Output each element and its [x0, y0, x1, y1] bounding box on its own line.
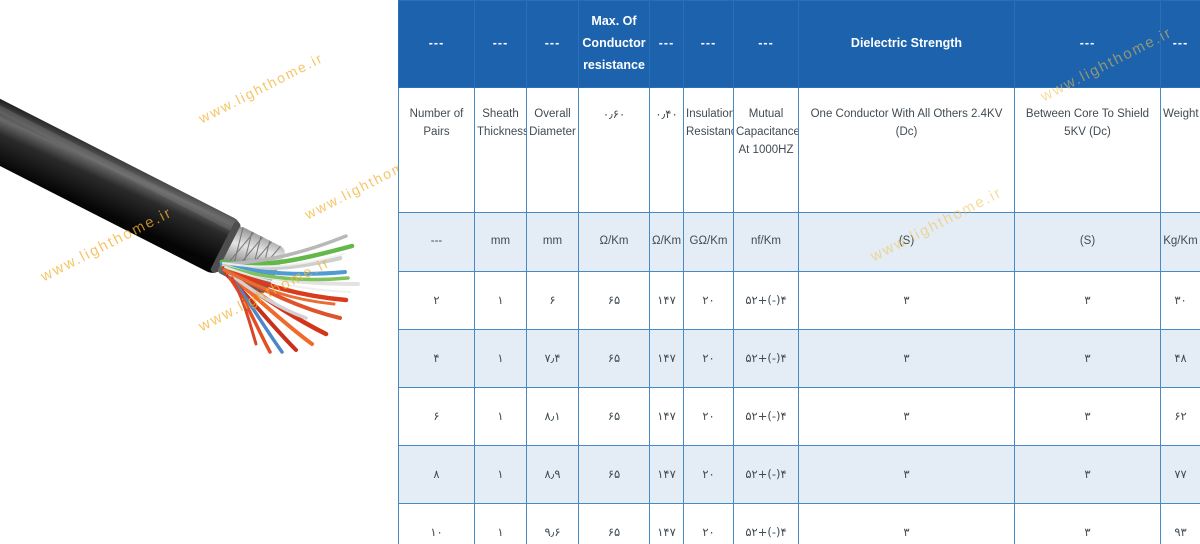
- cell-dielectric-core-to-shield: ۳: [1014, 503, 1161, 544]
- cell-number-of-pairs: ۴: [398, 329, 475, 388]
- cell-dielectric-core-to-shield: ۳: [1014, 445, 1161, 504]
- product-spec-page: www.lighthome.ir www.lighthome.ir www.li…: [0, 0, 1200, 544]
- cell-sheath-thickness: ۱: [474, 387, 527, 446]
- group-header-cell: ---: [733, 0, 799, 88]
- cell-sheath-thickness: ۱: [474, 271, 527, 330]
- unit-cell: GΩ/Km: [683, 212, 734, 272]
- cell-mutual-capacitance: ۵۲+(-)۴: [733, 387, 799, 446]
- unit-cell: Kg/Km: [1160, 212, 1200, 272]
- cell-max-conductor-resistance-040: ۱۴۷: [649, 271, 684, 330]
- product-image-pane: www.lighthome.ir www.lighthome.ir www.li…: [0, 0, 398, 544]
- group-header-cell-dielectric-strength: Dielectric Strength: [798, 0, 1015, 88]
- cell-number-of-pairs: ۸: [398, 445, 475, 504]
- column-name-weight: Weight: [1160, 87, 1200, 213]
- table-row: ۲ ۱ ۶ ۶۵ ۱۴۷ ۲۰ ۵۲+(-)۴ ۳ ۳ ۳۰: [398, 271, 1200, 330]
- cell-max-conductor-resistance-060: ۶۵: [578, 503, 650, 544]
- table-row: ۸ ۱ ۸٫۹ ۶۵ ۱۴۷ ۲۰ ۵۲+(-)۴ ۳ ۳ ۷۷: [398, 445, 1200, 504]
- group-header-cell: ---: [526, 0, 579, 88]
- unit-cell: mm: [474, 212, 527, 272]
- cell-sheath-thickness: ۱: [474, 503, 527, 544]
- cell-overall-diameter: ۸٫۹: [526, 445, 579, 504]
- table-column-name-row: Number of Pairs Sheath Thickness Overall…: [398, 87, 1200, 213]
- cell-insulation-resistance: ۲۰: [683, 445, 734, 504]
- cell-overall-diameter: ۹٫۶: [526, 503, 579, 544]
- column-name-dielectric-core-to-shield: Between Core To Shield 5KV (Dc): [1014, 87, 1161, 213]
- cell-dielectric-core-to-shield: ۳: [1014, 271, 1161, 330]
- cell-mutual-capacitance: ۵۲+(-)۴: [733, 271, 799, 330]
- table-group-header-row: --- --- --- Max. Of Conductor resistance…: [398, 0, 1200, 88]
- cell-number-of-pairs: ۲: [398, 271, 475, 330]
- specification-table-pane: --- --- --- Max. Of Conductor resistance…: [398, 0, 1200, 544]
- column-name-number-of-pairs: Number of Pairs: [398, 87, 475, 213]
- group-header-cell: ---: [398, 0, 475, 88]
- group-header-cell: ---: [1014, 0, 1161, 88]
- cell-weight: ۷۷: [1160, 445, 1200, 504]
- unit-cell: (S): [1014, 212, 1161, 272]
- cell-weight: ۹۳: [1160, 503, 1200, 544]
- unit-cell: Ω/Km: [578, 212, 650, 272]
- column-name-dielectric-one-conductor: One Conductor With All Others 2.4KV (Dc): [798, 87, 1015, 213]
- cell-weight: ۶۲: [1160, 387, 1200, 446]
- cell-mutual-capacitance: ۵۲+(-)۴: [733, 503, 799, 544]
- unit-cell: mm: [526, 212, 579, 272]
- unit-cell: ---: [398, 212, 475, 272]
- cell-weight: ۳۰: [1160, 271, 1200, 330]
- cell-sheath-thickness: ۱: [474, 329, 527, 388]
- cell-dielectric-one-conductor: ۳: [798, 329, 1015, 388]
- group-header-cell: ---: [1160, 0, 1200, 88]
- group-header-cell-conductor-resistance: Max. Of Conductor resistance: [578, 0, 650, 88]
- cell-number-of-pairs: ۶: [398, 387, 475, 446]
- column-name-resistance-060: ۰٫۶۰: [578, 87, 650, 213]
- column-name-mutual-capacitance: Mutual Capacitance At 1000HZ: [733, 87, 799, 213]
- cable-specification-table: --- --- --- Max. Of Conductor resistance…: [398, 0, 1200, 544]
- column-name-insulation-resistance: Insulation Resistance: [683, 87, 734, 213]
- table-row: ۶ ۱ ۸٫۱ ۶۵ ۱۴۷ ۲۰ ۵۲+(-)۴ ۳ ۳ ۶۲: [398, 387, 1200, 446]
- cell-dielectric-core-to-shield: ۳: [1014, 387, 1161, 446]
- group-header-cell: ---: [474, 0, 527, 88]
- cell-max-conductor-resistance-060: ۶۵: [578, 271, 650, 330]
- cell-max-conductor-resistance-060: ۶۵: [578, 445, 650, 504]
- cell-weight: ۴۸: [1160, 329, 1200, 388]
- column-name-sheath-thickness: Sheath Thickness: [474, 87, 527, 213]
- cell-mutual-capacitance: ۵۲+(-)۴: [733, 329, 799, 388]
- cell-overall-diameter: ۸٫۱: [526, 387, 579, 446]
- unit-cell: (S): [798, 212, 1015, 272]
- cell-insulation-resistance: ۲۰: [683, 329, 734, 388]
- cell-max-conductor-resistance-040: ۱۴۷: [649, 387, 684, 446]
- cell-number-of-pairs: ۱۰: [398, 503, 475, 544]
- table-unit-row: --- mm mm Ω/Km Ω/Km GΩ/Km nf/Km (S) (S) …: [398, 212, 1200, 272]
- cell-dielectric-core-to-shield: ۳: [1014, 329, 1161, 388]
- cell-insulation-resistance: ۲۰: [683, 387, 734, 446]
- cell-dielectric-one-conductor: ۳: [798, 445, 1015, 504]
- column-name-overall-diameter: Overall Diameter: [526, 87, 579, 213]
- cell-max-conductor-resistance-040: ۱۴۷: [649, 503, 684, 544]
- table-body: ۲ ۱ ۶ ۶۵ ۱۴۷ ۲۰ ۵۲+(-)۴ ۳ ۳ ۳۰ ۴ ۱ ۷٫۴ ۶۵ ۱۴۷ ۲۰ ۵۲+(-)۴…: [398, 271, 1200, 544]
- table-row: ۱۰ ۱ ۹٫۶ ۶۵ ۱۴۷ ۲۰ ۵۲+(-)۴ ۳ ۳ ۹۳: [398, 503, 1200, 544]
- cable-photo-illustration: [0, 96, 360, 354]
- column-name-resistance-040: ۰٫۴۰: [649, 87, 684, 213]
- unit-cell: Ω/Km: [649, 212, 684, 272]
- group-header-cell: ---: [649, 0, 684, 88]
- cell-overall-diameter: ۶: [526, 271, 579, 330]
- cell-insulation-resistance: ۲۰: [683, 271, 734, 330]
- unit-cell: nf/Km: [733, 212, 799, 272]
- cell-mutual-capacitance: ۵۲+(-)۴: [733, 445, 799, 504]
- cell-sheath-thickness: ۱: [474, 445, 527, 504]
- group-header-cell: ---: [683, 0, 734, 88]
- cell-max-conductor-resistance-040: ۱۴۷: [649, 329, 684, 388]
- cell-insulation-resistance: ۲۰: [683, 503, 734, 544]
- cell-max-conductor-resistance-060: ۶۵: [578, 387, 650, 446]
- cell-dielectric-one-conductor: ۳: [798, 271, 1015, 330]
- cell-dielectric-one-conductor: ۳: [798, 503, 1015, 544]
- cell-dielectric-one-conductor: ۳: [798, 387, 1015, 446]
- cell-overall-diameter: ۷٫۴: [526, 329, 579, 388]
- cell-max-conductor-resistance-040: ۱۴۷: [649, 445, 684, 504]
- table-row: ۴ ۱ ۷٫۴ ۶۵ ۱۴۷ ۲۰ ۵۲+(-)۴ ۳ ۳ ۴۸: [398, 329, 1200, 388]
- cell-max-conductor-resistance-060: ۶۵: [578, 329, 650, 388]
